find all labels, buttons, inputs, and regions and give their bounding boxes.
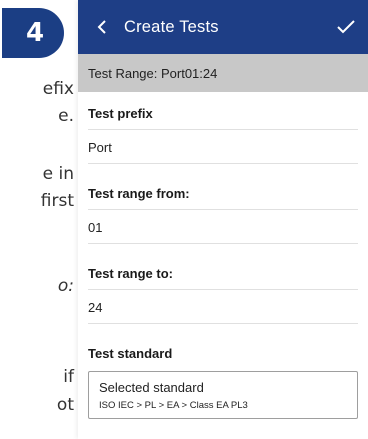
selected-standard-title: Selected standard <box>99 380 204 395</box>
instruction-text-line: ot <box>56 395 74 415</box>
test-range-from-input[interactable]: 01 <box>88 210 358 244</box>
test-range-banner: Test Range: Port01:24 <box>78 54 368 92</box>
instruction-text-line: first <box>40 191 74 211</box>
app-bar: Create Tests <box>78 0 368 54</box>
page-title: Create Tests <box>124 17 219 36</box>
test-range-from-label: Test range from: <box>88 164 358 210</box>
check-icon[interactable] <box>334 15 358 39</box>
instruction-text-line: if <box>63 367 74 387</box>
create-tests-screen: Create Tests Test Range: Port01:24 Test … <box>78 0 368 439</box>
instruction-text-line: efix <box>42 79 74 99</box>
test-standard-label: Test standard <box>88 346 173 361</box>
test-standard-selector[interactable]: Selected standard ISO IEC > PL > EA > Cl… <box>88 371 358 419</box>
chevron-left-icon[interactable] <box>92 17 112 37</box>
instruction-column: 4 efix e. e in first o: if ot <box>0 0 78 439</box>
test-range-to-label: Test range to: <box>88 244 358 290</box>
create-tests-form: Test prefix Port Test range from: 01 Tes… <box>78 92 368 419</box>
step-number-badge: 4 <box>2 8 64 58</box>
instruction-text-line: o: <box>57 276 74 296</box>
test-prefix-input[interactable]: Port <box>88 130 358 164</box>
selected-standard-path: ISO IEC > PL > EA > Class EA PL3 <box>99 400 248 411</box>
test-range-to-input[interactable]: 24 <box>88 290 358 324</box>
instruction-text-line: e. <box>58 106 74 126</box>
test-prefix-label: Test prefix <box>88 92 358 130</box>
instruction-text-line: e in <box>42 164 74 184</box>
